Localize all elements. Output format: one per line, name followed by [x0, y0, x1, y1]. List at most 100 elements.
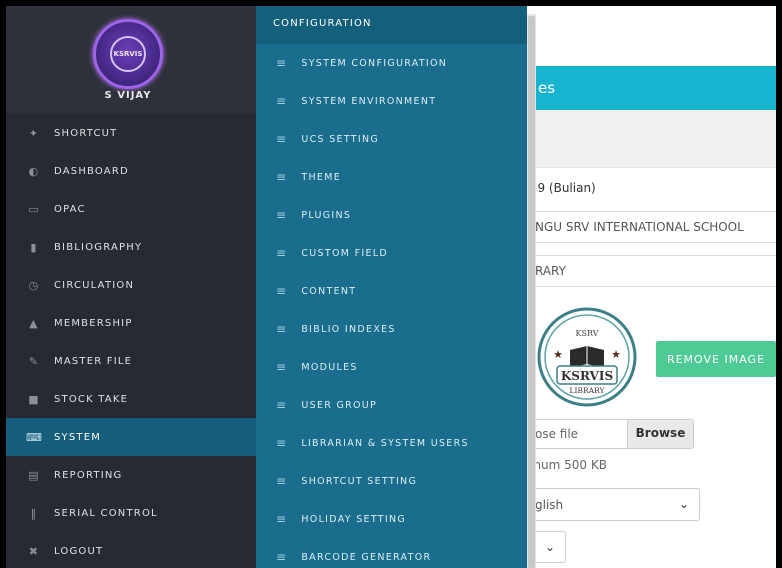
- keyboard-icon: ⌨: [26, 430, 44, 444]
- submenu-item-label: HOLIDAY SETTING: [301, 513, 407, 525]
- menu-lines-icon: ≡: [276, 94, 288, 108]
- pencil-icon: ✎: [28, 354, 40, 368]
- avatar: KSRVIS: [93, 19, 163, 89]
- sidebar-item-opac[interactable]: ▭ OPAC: [6, 190, 258, 228]
- sidebar-item-reporting[interactable]: ▤ REPORTING: [6, 456, 258, 494]
- submenu-item-label: BARCODE GENERATOR: [301, 551, 432, 563]
- logo-top-text: KSRV: [576, 329, 599, 338]
- username: S VIJAY: [104, 90, 152, 101]
- submenu-item-ucs-setting[interactable]: ≡ UCS SETTING: [256, 120, 527, 158]
- menu-lines-icon: ≡: [276, 512, 288, 526]
- submenu-item-system-configuration[interactable]: ≡ SYSTEM CONFIGURATION: [256, 44, 527, 82]
- menu-lines-icon: ≡: [276, 398, 288, 412]
- profile-block: KSRVIS S VIJAY: [6, 6, 258, 114]
- submenu-item-content[interactable]: ≡ CONTENT: [256, 272, 527, 310]
- submenu-item-label: SYSTEM CONFIGURATION: [301, 57, 448, 69]
- logo-sub: LIBRARY: [570, 386, 606, 395]
- svg-text:★: ★: [611, 348, 621, 361]
- submenu-item-barcode-generator[interactable]: ≡ BARCODE GENERATOR: [256, 538, 527, 568]
- library-logo-image: KSRV ★ ★ KSRVIS LIBRARY: [532, 302, 642, 412]
- avatar-text: KSRVIS: [110, 36, 146, 72]
- file-upload-input[interactable]: ose file Browse: [526, 419, 694, 449]
- panel-header: es: [526, 66, 776, 110]
- app-window: es 5 9 (Bulian) NGU SRV INTERNATIONAL SC…: [6, 6, 776, 568]
- menu-lines-icon: ≡: [276, 436, 288, 450]
- sidebar-item-stock-take[interactable]: ■ STOCK TAKE: [6, 380, 258, 418]
- sidebar-item-serial-control[interactable]: ‖ SERIAL CONTROL: [6, 494, 258, 532]
- submenu-item-holiday-setting[interactable]: ≡ HOLIDAY SETTING: [256, 500, 527, 538]
- submenu-item-biblio-indexes[interactable]: ≡ BIBLIO INDEXES: [256, 310, 527, 348]
- submenu-item-label: CUSTOM FIELD: [301, 247, 388, 259]
- bookmark-icon: ▮: [30, 240, 38, 254]
- sidebar-item-label: SYSTEM: [54, 431, 102, 443]
- submenu-item-system-environment[interactable]: ≡ SYSTEM ENVIRONMENT: [256, 82, 527, 120]
- submenu-item-custom-field[interactable]: ≡ CUSTOM FIELD: [256, 234, 527, 272]
- sidebar-item-label: SHORTCUT: [54, 127, 118, 139]
- close-icon: ✖: [28, 544, 40, 558]
- sidebar-item-label: REPORTING: [54, 469, 123, 481]
- sidebar-item-membership[interactable]: ▲ MEMBERSHIP: [6, 304, 258, 342]
- submenu-item-user-group[interactable]: ≡ USER GROUP: [256, 386, 527, 424]
- svg-text:★: ★: [553, 348, 563, 361]
- chevron-down-icon: ⌄: [678, 497, 689, 511]
- submenu-item-label: UCS SETTING: [301, 133, 380, 145]
- submenu-item-label: THEME: [301, 171, 342, 183]
- configuration-submenu: CONFIGURATION ≡ SYSTEM CONFIGURATION ≡ SYST…: [256, 6, 527, 568]
- submenu-item-label: CONTENT: [301, 285, 357, 297]
- sidebar-item-label: LOGOUT: [54, 545, 104, 557]
- menu-lines-icon: ≡: [276, 284, 288, 298]
- sidebar-item-system[interactable]: ⌨ SYSTEM: [6, 418, 258, 456]
- menu-lines-icon: ≡: [276, 170, 288, 184]
- panel-subheader: [526, 110, 776, 168]
- sidebar-item-bibliography[interactable]: ▮ BIBLIOGRAPHY: [6, 228, 258, 266]
- library-subname-field[interactable]: RARY: [526, 255, 776, 287]
- sidebar-nav: ✦ SHORTCUT ◐ DASHBOARD ▭ OPAC ▮ BIBLIOGRAPHY ◷ CI…: [6, 114, 258, 568]
- submenu-item-label: MODULES: [301, 361, 358, 373]
- monitor-icon: ▭: [28, 202, 40, 216]
- sidebar-item-label: DASHBOARD: [54, 165, 129, 177]
- submenu-item-label: BIBLIO INDEXES: [301, 323, 396, 335]
- browse-button[interactable]: Browse: [627, 420, 693, 448]
- version-text: 5 9 (Bulian): [526, 181, 596, 195]
- submenu-item-label: SHORTCUT SETTING: [301, 475, 418, 487]
- submenu-item-plugins[interactable]: ≡ PLUGINS: [256, 196, 527, 234]
- submenu-item-theme[interactable]: ≡ THEME: [256, 158, 527, 196]
- barcode-icon: ‖: [30, 506, 38, 520]
- sidebar-item-dashboard[interactable]: ◐ DASHBOARD: [6, 152, 258, 190]
- submenu-item-modules[interactable]: ≡ MODULES: [256, 348, 527, 386]
- sidebar-item-logout[interactable]: ✖ LOGOUT: [6, 532, 258, 568]
- submenu-item-librarian-system-users[interactable]: ≡ LIBRARIAN & SYSTEM USERS: [256, 424, 527, 462]
- menu-lines-icon: ≡: [276, 360, 288, 374]
- submenu-title: CONFIGURATION: [256, 6, 527, 44]
- sidebar-item-label: MASTER FILE: [54, 355, 133, 367]
- submenu-item-label: LIBRARIAN & SYSTEM USERS: [301, 437, 469, 449]
- menu-lines-icon: ≡: [276, 322, 288, 336]
- sidebar: KSRVIS S VIJAY ✦ SHORTCUT ◐ DASHBOARD ▭ OPAC ▮…: [6, 6, 258, 568]
- menu-lines-icon: ≡: [276, 474, 288, 488]
- logo-name: KSRVIS: [561, 369, 613, 383]
- scrollbar-thumb[interactable]: [528, 16, 535, 568]
- sidebar-item-label: CIRCULATION: [54, 279, 135, 291]
- sidebar-item-circulation[interactable]: ◷ CIRCULATION: [6, 266, 258, 304]
- remove-image-button[interactable]: REMOVE IMAGE: [656, 341, 776, 377]
- submenu-list: ≡ SYSTEM CONFIGURATION ≡ SYSTEM ENVIRONMENT…: [256, 44, 527, 568]
- submenu-item-label: USER GROUP: [301, 399, 378, 411]
- clock-icon: ◷: [28, 278, 40, 292]
- language-select[interactable]: glish ⌄: [526, 488, 700, 521]
- menu-lines-icon: ≡: [276, 246, 288, 260]
- user-icon: ▲: [29, 316, 39, 330]
- submenu-scrollbar[interactable]: [527, 14, 536, 568]
- sidebar-item-label: SERIAL CONTROL: [54, 507, 158, 519]
- dashboard-icon: ◐: [28, 164, 40, 178]
- pin-icon: ✦: [28, 126, 40, 140]
- file-input-placeholder: ose file: [535, 427, 579, 441]
- menu-lines-icon: ≡: [276, 56, 288, 70]
- sidebar-item-shortcut[interactable]: ✦ SHORTCUT: [6, 114, 258, 152]
- sidebar-item-master-file[interactable]: ✎ MASTER FILE: [6, 342, 258, 380]
- submenu-item-shortcut-setting[interactable]: ≡ SHORTCUT SETTING: [256, 462, 527, 500]
- library-name-field[interactable]: NGU SRV INTERNATIONAL SCHOOL: [526, 211, 776, 243]
- sidebar-item-label: STOCK TAKE: [54, 393, 129, 405]
- sidebar-item-label: MEMBERSHIP: [54, 317, 133, 329]
- sidebar-item-label: OPAC: [54, 203, 86, 215]
- submenu-item-label: PLUGINS: [301, 209, 352, 221]
